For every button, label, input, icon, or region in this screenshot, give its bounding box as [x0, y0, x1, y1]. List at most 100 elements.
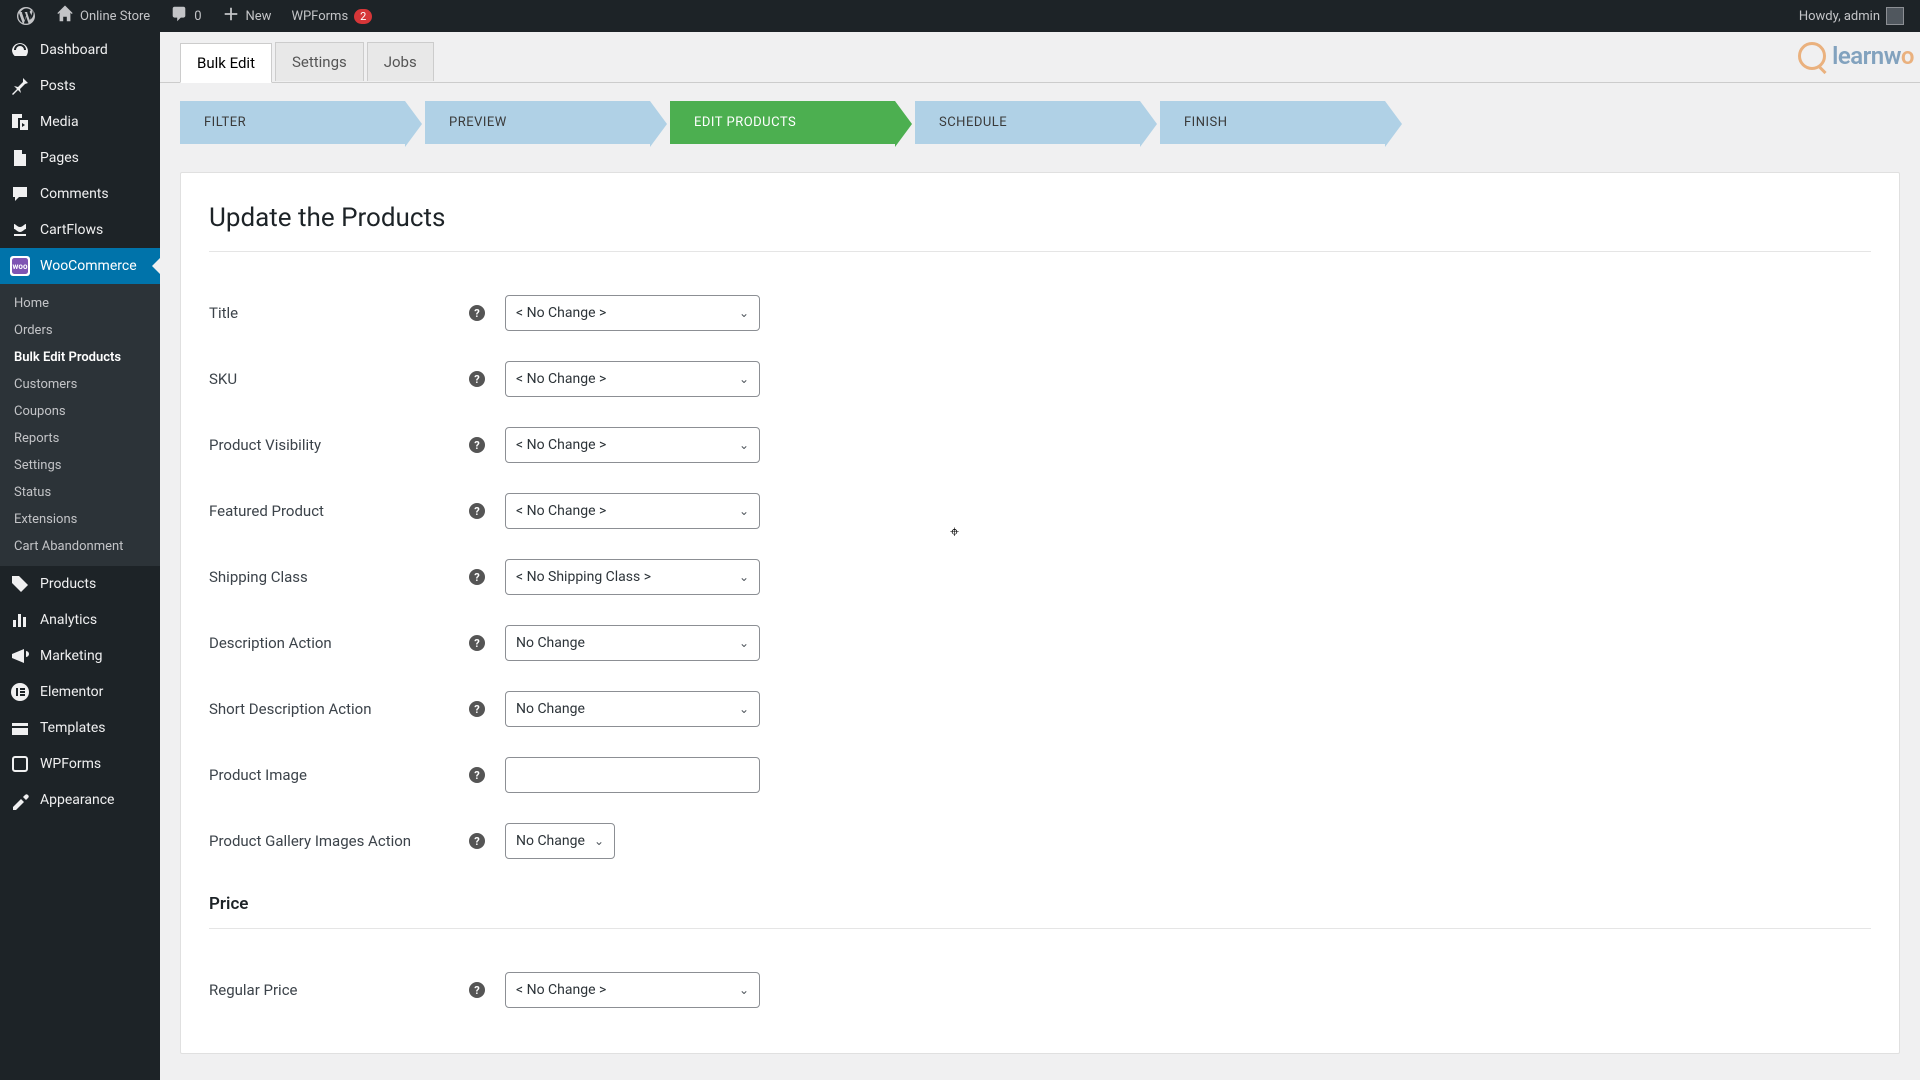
- sidebar-item-comments[interactable]: Comments: [0, 176, 160, 212]
- tab-jobs[interactable]: Jobs: [367, 42, 434, 81]
- media-icon: [10, 112, 30, 132]
- row-shipping-class: Shipping Class ? < No Shipping Class >⌄: [209, 544, 1871, 610]
- sidebar-item-templates[interactable]: Templates: [0, 710, 160, 746]
- sidebar-item-media[interactable]: Media: [0, 104, 160, 140]
- sidebar-item-label: Pages: [40, 150, 79, 166]
- divider: [209, 928, 1871, 929]
- chevron-down-icon: ⌄: [739, 570, 749, 584]
- step-edit-products[interactable]: EDIT PRODUCTS: [670, 101, 895, 144]
- select-short-description-action[interactable]: No Change⌄: [505, 691, 760, 727]
- help-title[interactable]: ?: [469, 305, 505, 321]
- help-product-visibility[interactable]: ?: [469, 437, 505, 453]
- elementor-icon: [10, 682, 30, 702]
- admin-bar-left: Online Store 0 New WPForms 2: [8, 0, 380, 32]
- chevron-down-icon: ⌄: [594, 834, 604, 848]
- sidebar-item-analytics[interactable]: Analytics: [0, 602, 160, 638]
- chevron-down-icon: ⌄: [739, 636, 749, 650]
- submenu-item-cart-abandonment[interactable]: Cart Abandonment: [0, 533, 160, 560]
- help-icon: ?: [469, 635, 485, 651]
- step-preview[interactable]: PREVIEW: [425, 101, 650, 144]
- tabs-bar: Bulk Edit Settings Jobs: [160, 32, 1920, 83]
- price-section-title: Price: [209, 894, 1871, 914]
- sidebar-item-appearance[interactable]: Appearance: [0, 782, 160, 818]
- sidebar-item-label: Marketing: [40, 648, 103, 664]
- avatar: [1886, 7, 1904, 25]
- sidebar-item-wpforms[interactable]: WPForms: [0, 746, 160, 782]
- chevron-down-icon: ⌄: [739, 702, 749, 716]
- row-regular-price: Regular Price ? < No Change >⌄: [209, 957, 1871, 1023]
- sidebar-item-marketing[interactable]: Marketing: [0, 638, 160, 674]
- sidebar-item-posts[interactable]: Posts: [0, 68, 160, 104]
- help-icon: ?: [469, 982, 485, 998]
- step-filter[interactable]: FILTER: [180, 101, 405, 144]
- site-name: Online Store: [80, 9, 150, 24]
- help-shipping-class[interactable]: ?: [469, 569, 505, 585]
- sidebar-item-elementor[interactable]: Elementor: [0, 674, 160, 710]
- select-regular-price[interactable]: < No Change >⌄: [505, 972, 760, 1008]
- sidebar-item-cartflows[interactable]: CartFlows: [0, 212, 160, 248]
- submenu-item-settings[interactable]: Settings: [0, 452, 160, 479]
- help-icon: ?: [469, 371, 485, 387]
- submenu-item-extensions[interactable]: Extensions: [0, 506, 160, 533]
- step-finish[interactable]: FINISH: [1160, 101, 1385, 144]
- howdy-account[interactable]: Howdy, admin: [1791, 0, 1912, 32]
- select-description-action[interactable]: No Change⌄: [505, 625, 760, 661]
- templates-icon: [10, 718, 30, 738]
- help-gallery-action[interactable]: ?: [469, 833, 505, 849]
- input-product-image[interactable]: [505, 757, 760, 793]
- new-label: New: [246, 9, 272, 24]
- step-schedule[interactable]: SCHEDULE: [915, 101, 1140, 144]
- sidebar-item-label: Elementor: [40, 684, 103, 700]
- divider: [209, 251, 1871, 252]
- submenu-item-home[interactable]: Home: [0, 290, 160, 317]
- comments-link[interactable]: 0: [162, 0, 209, 32]
- sidebar-item-dashboard[interactable]: Dashboard: [0, 32, 160, 68]
- row-short-description-action: Short Description Action ? No Change⌄: [209, 676, 1871, 742]
- pin-icon: [10, 76, 30, 96]
- woocommerce-icon: woo: [10, 256, 30, 276]
- sidebar-item-pages[interactable]: Pages: [0, 140, 160, 176]
- help-sku[interactable]: ?: [469, 371, 505, 387]
- site-name-link[interactable]: Online Store: [48, 0, 158, 32]
- sidebar-item-products[interactable]: Products: [0, 566, 160, 602]
- select-title[interactable]: < No Change >⌄: [505, 295, 760, 331]
- sidebar-item-woocommerce[interactable]: woo WooCommerce: [0, 248, 160, 284]
- select-sku[interactable]: < No Change >⌄: [505, 361, 760, 397]
- row-featured-product: Featured Product ? < No Change >⌄: [209, 478, 1871, 544]
- admin-sidebar: Dashboard Posts Media Pages Comments Car…: [0, 32, 160, 1080]
- label-regular-price: Regular Price: [209, 981, 469, 999]
- submenu-item-customers[interactable]: Customers: [0, 371, 160, 398]
- chevron-down-icon: ⌄: [739, 438, 749, 452]
- tab-bulk-edit[interactable]: Bulk Edit: [180, 43, 272, 83]
- help-description-action[interactable]: ?: [469, 635, 505, 651]
- sidebar-item-label: Comments: [40, 186, 109, 202]
- submenu-item-status[interactable]: Status: [0, 479, 160, 506]
- new-content-link[interactable]: New: [214, 0, 280, 32]
- chevron-down-icon: ⌄: [739, 983, 749, 997]
- label-shipping-class: Shipping Class: [209, 568, 469, 586]
- magnify-icon: [1798, 42, 1826, 70]
- help-featured-product[interactable]: ?: [469, 503, 505, 519]
- wpforms-link[interactable]: WPForms 2: [283, 0, 380, 32]
- tab-settings[interactable]: Settings: [275, 42, 364, 81]
- select-shipping-class[interactable]: < No Shipping Class >⌄: [505, 559, 760, 595]
- plus-icon: [222, 5, 240, 27]
- submenu-item-reports[interactable]: Reports: [0, 425, 160, 452]
- help-product-image[interactable]: ?: [469, 767, 505, 783]
- wordpress-logo[interactable]: [8, 0, 44, 32]
- submenu-item-orders[interactable]: Orders: [0, 317, 160, 344]
- help-icon: ?: [469, 305, 485, 321]
- appearance-icon: [10, 790, 30, 810]
- select-gallery-action[interactable]: No Change⌄: [505, 823, 615, 859]
- help-regular-price[interactable]: ?: [469, 982, 505, 998]
- row-title: Title ? < No Change >⌄: [209, 280, 1871, 346]
- comment-icon: [170, 5, 188, 27]
- wpforms-badge: 2: [354, 9, 372, 24]
- help-icon: ?: [469, 833, 485, 849]
- submenu-item-bulk-edit[interactable]: Bulk Edit Products: [0, 344, 160, 371]
- select-product-visibility[interactable]: < No Change >⌄: [505, 427, 760, 463]
- help-short-description-action[interactable]: ?: [469, 701, 505, 717]
- select-featured-product[interactable]: < No Change >⌄: [505, 493, 760, 529]
- admin-bar: Online Store 0 New WPForms 2 Howdy, admi…: [0, 0, 1920, 32]
- submenu-item-coupons[interactable]: Coupons: [0, 398, 160, 425]
